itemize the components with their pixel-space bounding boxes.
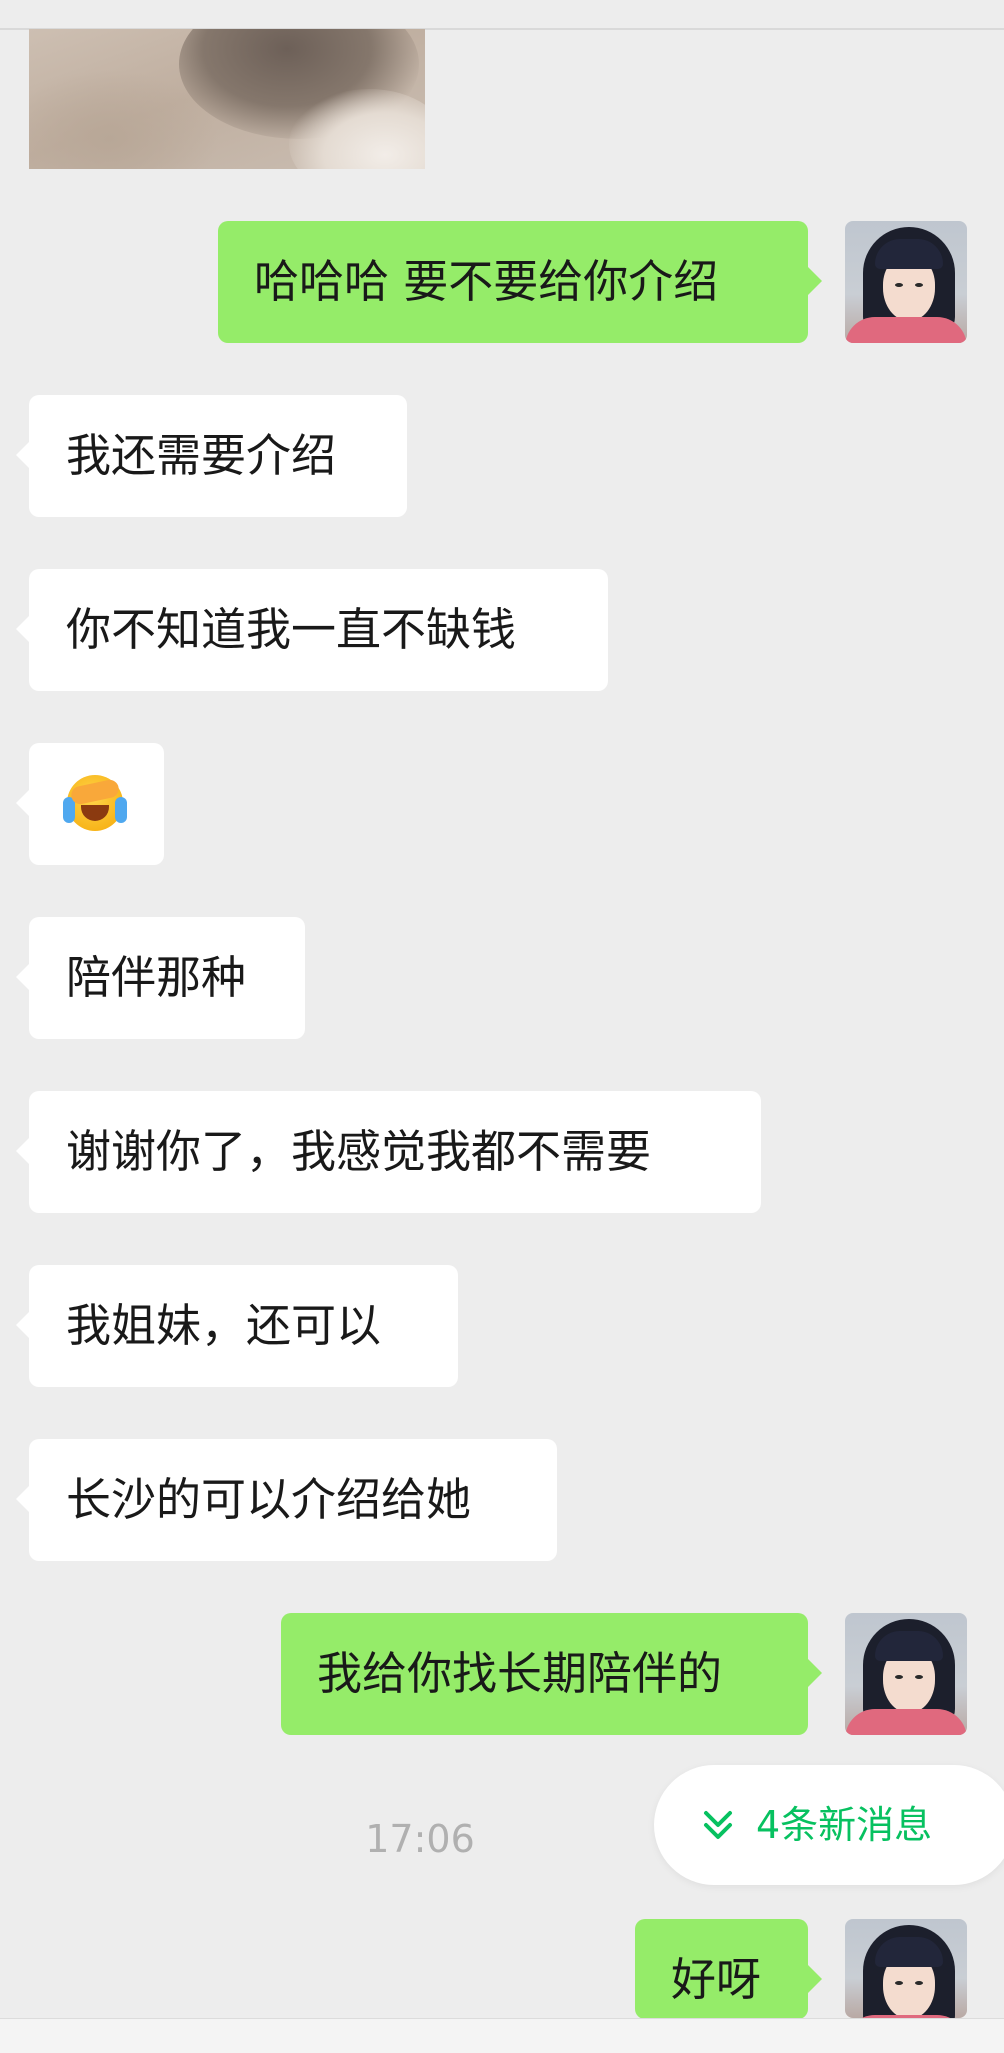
avatar-shirt: [845, 1709, 967, 1735]
avatar-eye-left: [895, 283, 903, 287]
avatar-shirt: [845, 317, 967, 343]
message-text: 我姐妹，还可以: [66, 1299, 382, 1352]
message-text: 陪伴那种: [66, 951, 247, 1004]
new-messages-button[interactable]: 4条新消息: [654, 1765, 1004, 1885]
message-bubble-outgoing[interactable]: 哈哈哈 要不要给你介绍: [218, 221, 822, 343]
message-bubble-outgoing[interactable]: 我给你找长期陪伴的: [281, 1613, 822, 1735]
message-bubble-incoming[interactable]: 你不知道我一直不缺钱: [16, 569, 608, 691]
message-text: 我给你找长期陪伴的: [317, 1647, 723, 1700]
avatar-eye-right: [915, 1675, 923, 1679]
message-bubble-outgoing[interactable]: 好呀: [635, 1919, 822, 2019]
input-bar: [0, 2018, 1004, 2053]
avatar-eye-left: [895, 1981, 903, 1985]
avatar-bangs: [875, 1937, 943, 1967]
message-bubble-incoming[interactable]: 我姐妹，还可以: [16, 1265, 458, 1387]
message-bubble-incoming[interactable]: [16, 743, 164, 865]
timestamp: 17:06: [365, 1817, 475, 1861]
message-bubble-incoming[interactable]: 陪伴那种: [16, 917, 305, 1039]
message-text: 我还需要介绍: [66, 429, 337, 482]
message-bubble-incoming[interactable]: 长沙的可以介绍给她: [16, 1439, 557, 1561]
avatar-eye-left: [895, 1675, 903, 1679]
avatar-bangs: [875, 239, 943, 269]
avatar-bangs: [875, 1631, 943, 1661]
message-text: 谢谢你了，我感觉我都不需要: [66, 1125, 652, 1178]
message-text: 你不知道我一直不缺钱: [66, 603, 517, 656]
avatar[interactable]: [845, 221, 967, 343]
message-text: 长沙的可以介绍给她: [66, 1473, 472, 1526]
emoji-tear-right: [115, 797, 127, 823]
new-messages-label: 4条新消息: [756, 1803, 933, 1847]
face-with-tears-emoji-icon: [63, 775, 127, 831]
message-text: 哈哈哈 要不要给你介绍: [254, 255, 719, 308]
image-message[interactable]: [29, 29, 425, 169]
emoji-hand: [69, 778, 121, 806]
avatar-eye-right: [915, 283, 923, 287]
avatar[interactable]: [845, 1919, 967, 2018]
message-bubble-incoming[interactable]: 谢谢你了，我感觉我都不需要: [16, 1091, 761, 1213]
message-bubble-incoming[interactable]: 我还需要介绍: [16, 395, 407, 517]
emoji-mouth: [81, 805, 109, 821]
avatar[interactable]: [845, 1613, 967, 1735]
double-chevron-down-icon: [704, 1811, 732, 1839]
avatar-eye-right: [915, 1981, 923, 1985]
